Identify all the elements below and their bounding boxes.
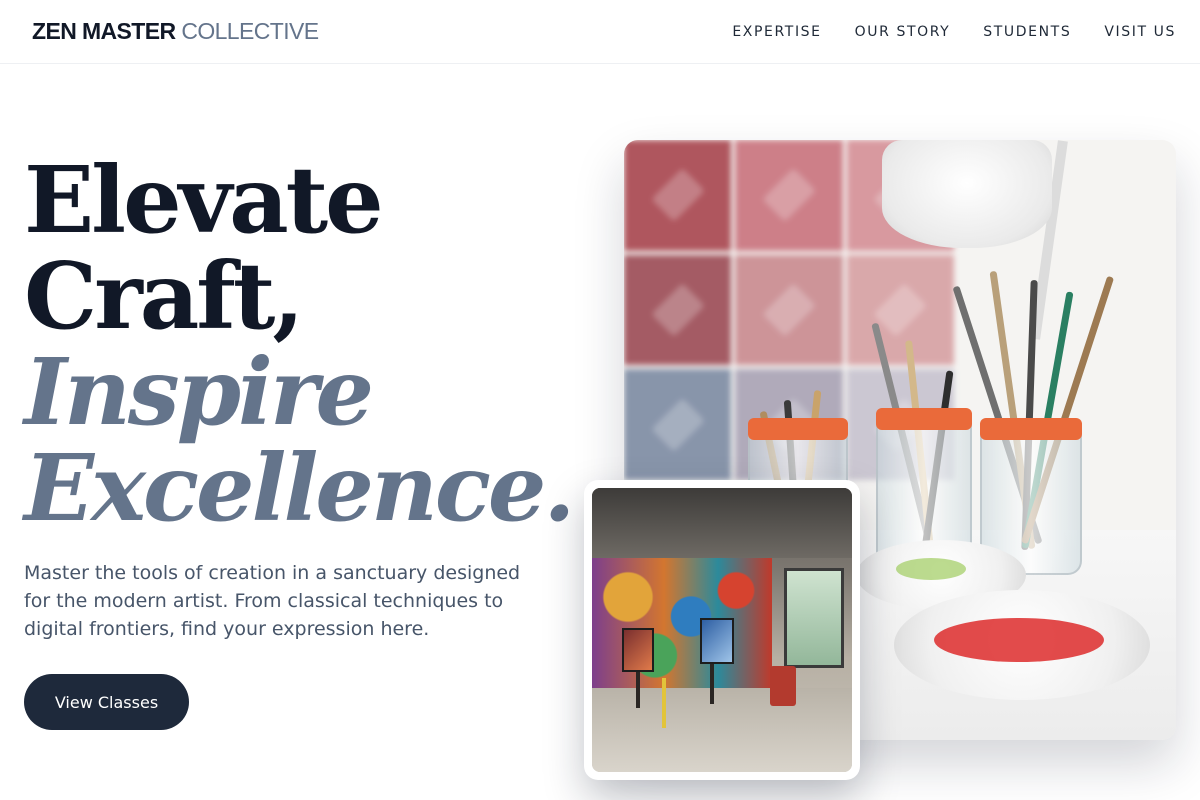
nav-link-expertise[interactable]: EXPERTISE [732,24,821,40]
brand-name-strong: ZEN MASTER [32,18,176,44]
studio-window [784,568,844,668]
hero-title-line-4: Excellence. [24,434,575,542]
main-nav: EXPERTISE OUR STORY STUDENTS VISIT US [732,24,1176,40]
hero-title-line-2: Craft, [24,242,304,350]
nav-link-students[interactable]: STUDENTS [983,24,1071,40]
brand-name-light: COLLECTIVE [181,18,319,44]
hero-title: Elevate Craft, Inspire Excellence. [24,146,575,542]
paint-palette [894,590,1150,700]
hero-title-line-1: Elevate [24,146,384,254]
graffiti-wall [592,558,772,688]
hero-description: Master the tools of creation in a sanctu… [24,562,521,640]
nav-link-visit-us[interactable]: VISIT US [1104,24,1176,40]
site-header: ZEN MASTER COLLECTIVE EXPERTISE OUR STOR… [0,0,1200,64]
hero-title-line-3: Inspire [24,338,374,446]
desk-lamp [882,140,1052,248]
red-chair [770,666,796,706]
graffiti-studio-photo [584,480,860,780]
nav-link-our-story[interactable]: OUR STORY [855,24,951,40]
view-classes-button[interactable]: View Classes [24,674,189,730]
brand-logo[interactable]: ZEN MASTER COLLECTIVE [32,18,319,45]
